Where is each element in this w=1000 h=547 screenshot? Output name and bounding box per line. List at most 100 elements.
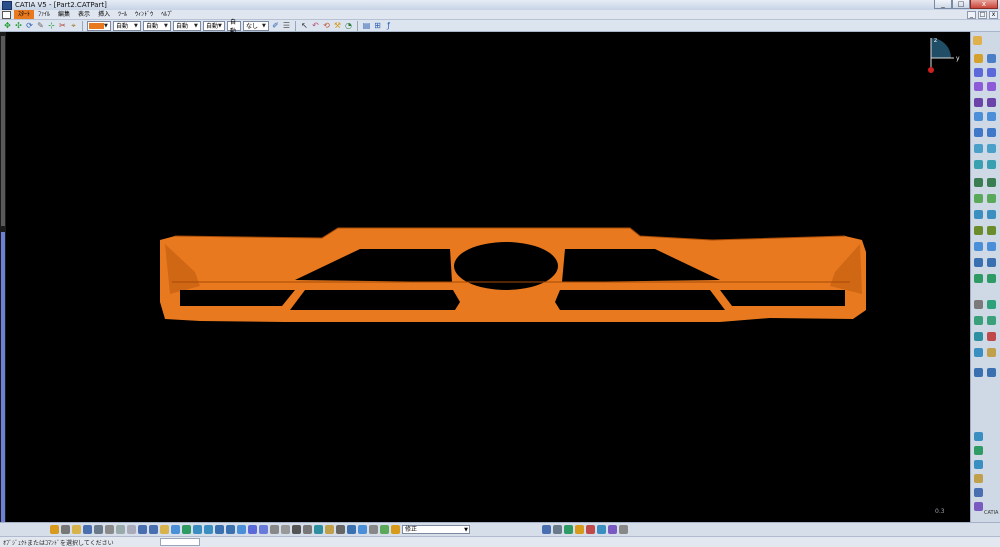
undo-icon[interactable] (138, 525, 147, 534)
fit-all-icon[interactable] (182, 525, 191, 534)
hammer-icon[interactable]: ⚒ (333, 21, 342, 30)
image-capture-icon[interactable] (542, 525, 551, 534)
multi-view-icon[interactable] (248, 525, 257, 534)
snap-to-point-icon[interactable] (358, 525, 367, 534)
fillet-icon[interactable] (974, 144, 983, 153)
geometric-constraint-icon[interactable] (380, 525, 389, 534)
cut-icon[interactable] (105, 525, 114, 534)
menu-help[interactable]: ﾍﾙﾌﾟ (157, 10, 177, 19)
line-type-dropdown[interactable]: 自動 ▼ (173, 20, 201, 31)
loft-icon[interactable] (974, 128, 983, 137)
section-icon[interactable] (974, 460, 983, 469)
surface-icon[interactable] (974, 348, 983, 357)
3d-viewport[interactable]: z y 0.3 (0, 32, 970, 522)
maximize-button[interactable]: □ (952, 0, 970, 9)
paste-icon[interactable] (127, 525, 136, 534)
analysis-icon[interactable] (987, 348, 996, 357)
workbench-icon[interactable] (973, 36, 982, 45)
add-icon[interactable] (987, 258, 996, 267)
apply-material-icon[interactable] (974, 432, 983, 441)
options-icon[interactable] (336, 525, 345, 534)
assemble-icon[interactable] (974, 258, 983, 267)
select-arrow-icon[interactable]: ↖ (300, 21, 309, 30)
hide-show-icon[interactable] (281, 525, 290, 534)
close-button[interactable]: x (970, 0, 998, 9)
scale-icon[interactable] (974, 242, 983, 251)
remove-icon[interactable] (974, 274, 983, 283)
save-icon[interactable] (83, 525, 92, 534)
measure-item-icon[interactable] (987, 368, 996, 377)
macro-icon[interactable] (586, 525, 595, 534)
groove-icon[interactable] (987, 82, 996, 91)
turntable-icon[interactable] (619, 525, 628, 534)
curve-icon[interactable] (987, 332, 996, 341)
mirror-icon[interactable] (974, 226, 983, 235)
axis-system-icon[interactable] (987, 300, 996, 309)
translate-icon[interactable] (974, 210, 983, 219)
document-icon[interactable] (2, 10, 11, 19)
catalog-browser-icon[interactable] (974, 488, 983, 497)
render-image-icon[interactable] (597, 525, 606, 534)
measure-icon[interactable]: ⌖ (69, 21, 78, 30)
split-icon[interactable] (974, 194, 983, 203)
chamfer-icon[interactable] (987, 144, 996, 153)
zoom-out-icon[interactable] (226, 525, 235, 534)
iso-view-icon[interactable] (259, 525, 268, 534)
bumper-part-model[interactable] (0, 32, 970, 522)
properties-icon[interactable]: ☰ (282, 21, 291, 30)
color-dropdown[interactable]: ▼ (87, 20, 111, 31)
line-icon[interactable] (974, 332, 983, 341)
menu-view[interactable]: 表示 (74, 10, 94, 19)
plane-icon[interactable] (974, 316, 983, 325)
update-icon[interactable]: ⟲ (322, 21, 331, 30)
point-icon[interactable] (987, 316, 996, 325)
doc-minimize-button[interactable]: _ (967, 11, 976, 19)
workbench-select-icon[interactable] (50, 525, 59, 534)
tools-icon[interactable] (325, 525, 334, 534)
rib-icon[interactable] (987, 98, 996, 107)
thickness-icon[interactable] (974, 178, 983, 187)
menu-file[interactable]: ﾌｧｲﾙ (34, 10, 54, 19)
rotate-icon[interactable] (987, 210, 996, 219)
point-type-dropdown[interactable]: 自動 ▼ (203, 20, 225, 31)
environment-icon[interactable] (608, 525, 617, 534)
open-file-icon[interactable] (72, 525, 81, 534)
grid-icon[interactable] (347, 525, 356, 534)
hole-icon[interactable] (974, 98, 983, 107)
menu-start[interactable]: ｽﾀｰﾄ (14, 10, 35, 19)
copy-icon[interactable] (116, 525, 125, 534)
command-input[interactable] (160, 538, 200, 546)
dimensional-constraint-icon[interactable] (391, 525, 400, 534)
view-icon[interactable] (987, 54, 996, 63)
compass-widget[interactable]: z y (918, 36, 964, 76)
sketch-icon[interactable] (974, 54, 983, 63)
scene-icon[interactable] (564, 525, 573, 534)
catalog-icon[interactable]: ▤ (362, 21, 371, 30)
whats-this-icon[interactable] (160, 525, 169, 534)
sketch-icon[interactable]: ✂ (58, 21, 67, 30)
paint-brush-icon[interactable]: ✐ (271, 21, 280, 30)
pattern-icon[interactable] (987, 226, 996, 235)
constraint-icon[interactable] (974, 300, 983, 309)
move-icon[interactable]: ✥ (3, 21, 12, 30)
rotate-icon[interactable]: ⟳ (25, 21, 34, 30)
swap-space-icon[interactable] (292, 525, 301, 534)
video-icon[interactable] (553, 525, 562, 534)
pad-icon[interactable] (974, 68, 983, 77)
shell-icon[interactable] (987, 160, 996, 169)
normal-view-icon[interactable] (237, 525, 246, 534)
menu-window[interactable]: ｳｨﾝﾄﾞｳ (131, 10, 157, 19)
analysis-icon[interactable]: ◔ (344, 21, 353, 30)
pencil-icon[interactable]: ✎ (36, 21, 45, 30)
transparency-dropdown[interactable]: 自動 ▼ (113, 20, 141, 31)
measure-icon[interactable] (974, 368, 983, 377)
undo-icon[interactable]: ↶ (311, 21, 320, 30)
pan-icon[interactable]: ✣ (14, 21, 23, 30)
draft-icon[interactable] (974, 160, 983, 169)
slot-icon[interactable] (974, 112, 983, 121)
layer-dropdown[interactable]: なし ▼ (243, 20, 269, 31)
formula-icon[interactable]: ƒ (384, 21, 393, 30)
construction-icon[interactable] (369, 525, 378, 534)
pan-icon[interactable] (193, 525, 202, 534)
render-icon[interactable] (974, 446, 983, 455)
